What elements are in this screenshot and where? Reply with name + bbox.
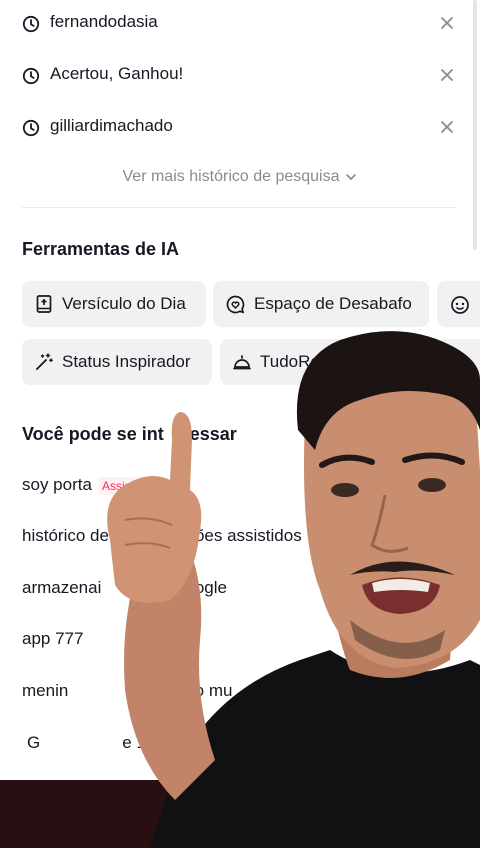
suggestion-text: app 777: [22, 629, 84, 648]
suggestion-item[interactable]: Ge 16: [22, 733, 155, 753]
suggestion-text-tail: oogle: [185, 578, 227, 597]
suggestion-text-tail: ões assistidos: [194, 526, 302, 545]
suggestion-text-tail: e 16: [122, 733, 156, 752]
suggestion-item[interactable]: app 777: [22, 629, 83, 649]
ai-tool-label: Status Inspirador: [62, 352, 191, 371]
suggestion-item[interactable]: soy porta Assistido: [22, 475, 154, 495]
emoji-icon: [451, 296, 469, 314]
history-text: Acertou, Ganhou!: [50, 64, 184, 83]
suggestion-text-tail: te do mu: [166, 681, 233, 700]
divider: [22, 207, 456, 208]
cloche-icon: [233, 355, 251, 370]
ai-tool-chip[interactable]: te: [388, 339, 480, 385]
ai-tool-chip[interactable]: Espaço de Desabafo: [213, 281, 429, 327]
face: [304, 344, 480, 668]
ai-tool-chip[interactable]: TudoRe: [220, 339, 380, 385]
scrollbar[interactable]: [473, 0, 477, 250]
suggestion-item[interactable]: menin te do mu: [22, 681, 232, 701]
clock-icon: [22, 15, 40, 33]
watched-badge: Assistido: [97, 477, 154, 495]
history-item[interactable]: Acertou, Ganhou!: [0, 55, 480, 95]
history-item[interactable]: fernandodasia: [0, 3, 480, 43]
ai-tool-label: TudoRe: [260, 352, 320, 371]
more-history-button[interactable]: Ver mais histórico de pesquisa: [0, 168, 480, 186]
ai-tool-label: Versículo do Dia: [62, 294, 186, 313]
close-icon[interactable]: [440, 120, 454, 134]
close-icon[interactable]: [440, 16, 454, 30]
video-bottom-bar: [0, 780, 480, 848]
ai-tool-chip[interactable]: Versículo do Dia: [22, 281, 206, 327]
clock-icon: [22, 119, 40, 137]
more-history-label: Ver mais histórico de pesquisa: [122, 168, 340, 185]
ai-tool-chip[interactable]: Status Inspirador: [22, 339, 212, 385]
suggestion-text: armazenai: [22, 578, 102, 597]
magic-wand-icon: [36, 353, 53, 370]
suggestion-text: menin: [22, 681, 69, 700]
neck: [330, 600, 455, 678]
ai-tool-label: Espaço de Desabafo: [254, 294, 412, 313]
suggestions-title: Você pode se int essar: [22, 424, 237, 445]
suggestion-text: soy porta: [22, 475, 92, 494]
history-text: gilliardimachado: [50, 116, 173, 135]
suggestions-title-start: Você pode se int: [22, 424, 164, 444]
history-item[interactable]: gilliardimachado: [0, 107, 480, 147]
ai-tool-label: te: [458, 352, 473, 371]
ai-tools-title: Ferramentas de IA: [22, 239, 180, 259]
suggestion-item[interactable]: histórico de ões assistidos: [22, 526, 302, 546]
ai-tool-chip[interactable]: [437, 281, 480, 327]
suggestions-title-end: essar: [189, 424, 237, 444]
heart-chat-icon: [226, 295, 245, 313]
suggestion-text: histórico de: [22, 526, 109, 545]
history-text: fernandodasia: [50, 12, 158, 31]
suggestion-item[interactable]: armazenai oogle: [22, 578, 227, 598]
clock-icon: [22, 67, 40, 85]
chevron-down-icon: [345, 173, 356, 180]
suggestion-text: G: [27, 733, 41, 752]
close-icon[interactable]: [440, 68, 454, 82]
bible-icon: [36, 295, 52, 313]
